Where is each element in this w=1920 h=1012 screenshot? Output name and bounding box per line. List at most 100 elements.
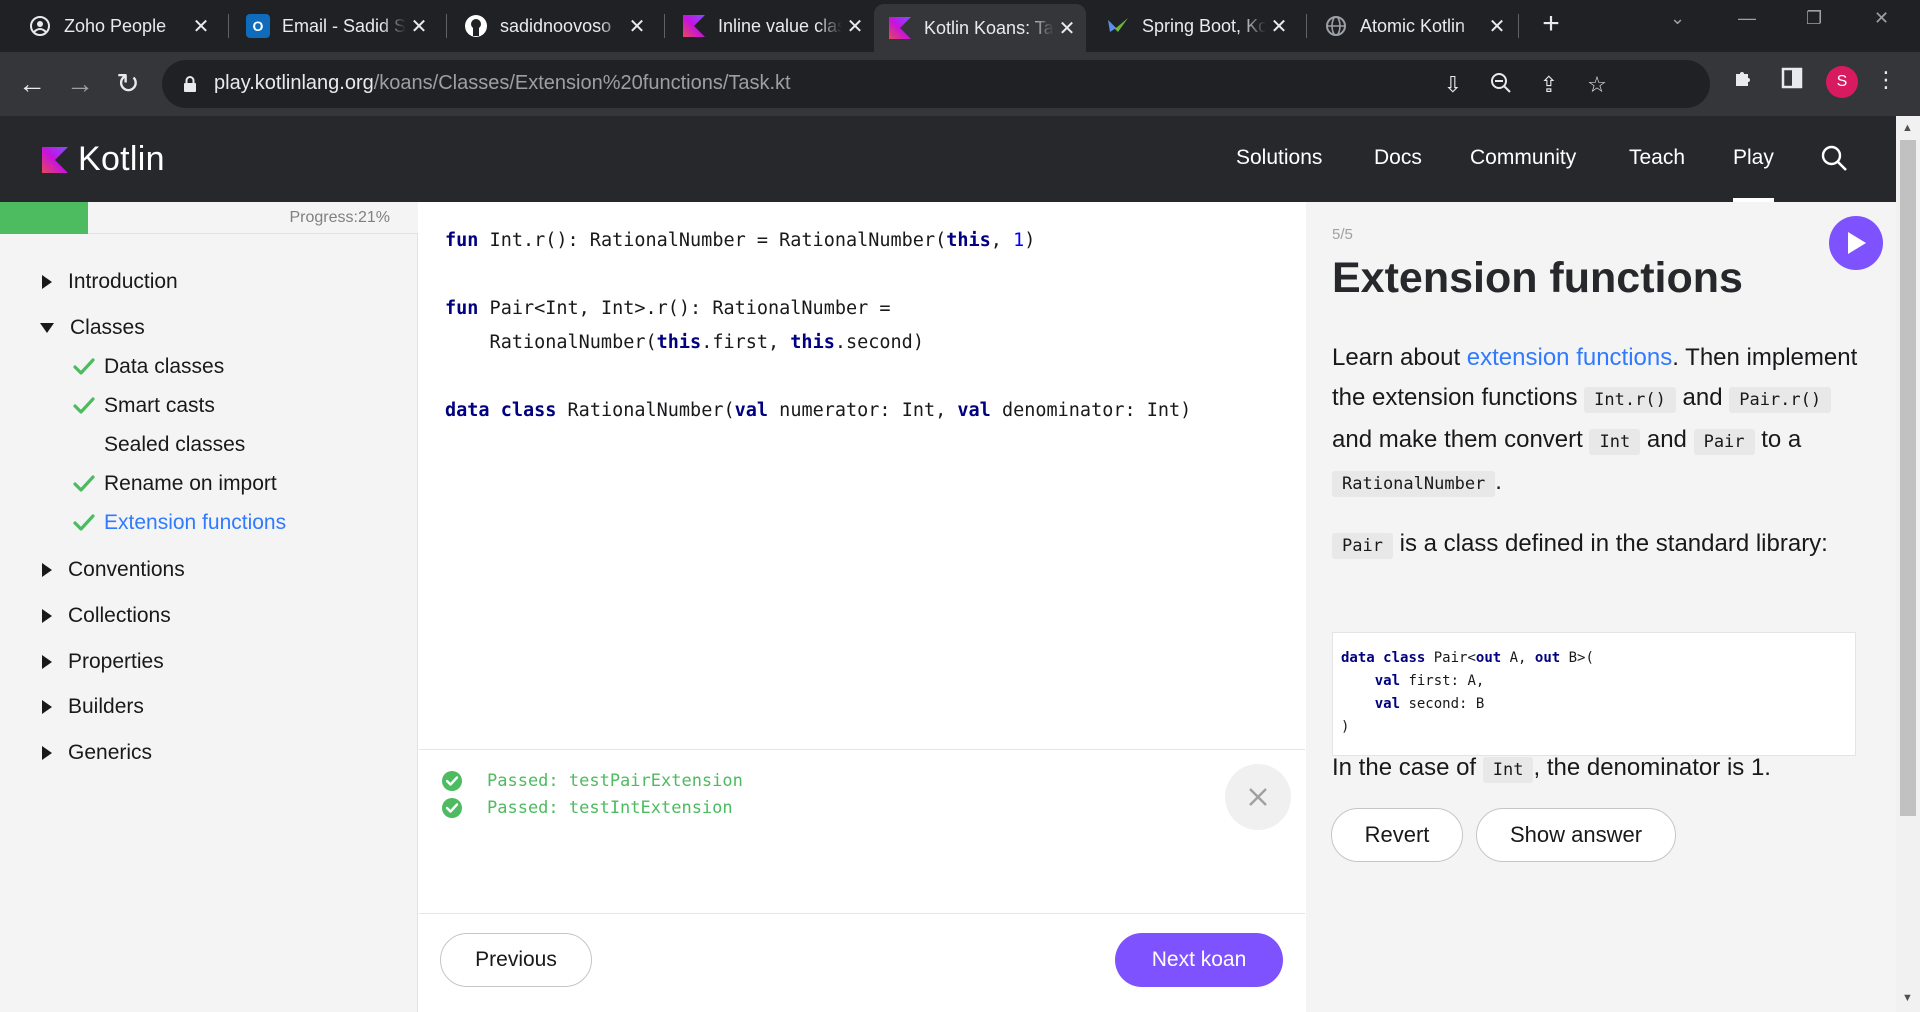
lock-icon[interactable] [182, 75, 198, 98]
back-arrow-icon[interactable]: ← [14, 66, 50, 102]
tab-title: Atomic Kotlin [1360, 15, 1466, 36]
tab-title: Spring Boot, Kotlin [1142, 15, 1266, 36]
forward-arrow-icon[interactable]: → [62, 66, 98, 102]
koan-smart-casts[interactable]: Smart casts [72, 394, 215, 418]
tab-close-icon[interactable]: ✕ [842, 14, 868, 39]
test-result-text: Passed: testPairExtension [487, 771, 743, 791]
scroll-thumb[interactable] [1900, 140, 1916, 816]
bookmark-star-icon[interactable]: ☆ [1584, 72, 1610, 98]
globe-favicon-icon [1324, 14, 1348, 38]
no-check-spacer [72, 433, 96, 457]
passed-check-circle-icon [442, 798, 462, 818]
page-scrollbar[interactable]: ▲ ▼ [1896, 116, 1920, 1012]
share-icon[interactable]: ⇪ [1536, 72, 1562, 98]
collapsed-triangle-icon [42, 655, 52, 669]
koan-counter: 5/5 [1332, 226, 1353, 243]
pair-code-snippet: data class Pair<out A, out B>( val first… [1332, 632, 1856, 756]
collapsed-triangle-icon [42, 275, 52, 289]
check-icon [73, 358, 95, 375]
tab-title: Zoho People [64, 15, 167, 36]
task-description-panel: 5/5 Extension functions Learn about exte… [1306, 202, 1896, 1012]
passed-check-circle-icon [442, 771, 462, 791]
tab-separator [446, 14, 447, 38]
section-properties[interactable]: Properties [42, 650, 164, 674]
koan-label: Rename on import [104, 472, 277, 495]
inline-code: Int.r() [1584, 387, 1676, 413]
side-panel-icon[interactable] [1778, 66, 1806, 94]
inline-code: Pair [1332, 533, 1393, 559]
reload-icon[interactable]: ↻ [110, 66, 146, 102]
kotlin-logo[interactable]: Kotlin [42, 140, 165, 179]
browser-toolbar: ← → ↻ play.kotlinlang.org/koans/Classes/… [0, 52, 1920, 116]
task-paragraph-2: Pair is a class defined in the standard … [1332, 524, 1862, 566]
section-introduction[interactable]: Introduction [42, 270, 178, 294]
next-koan-button[interactable]: Next koan [1115, 933, 1283, 987]
previous-button[interactable]: Previous [440, 933, 592, 987]
koan-sealed-classes[interactable]: Sealed classes [72, 433, 245, 457]
koan-rename-on-import[interactable]: Rename on import [72, 472, 277, 496]
address-bar[interactable]: play.kotlinlang.org/koans/Classes/Extens… [162, 60, 1710, 108]
search-icon[interactable] [1820, 144, 1848, 177]
koan-label: Data classes [104, 355, 225, 378]
inline-code: RationalNumber [1332, 471, 1496, 497]
nav-teach[interactable]: Teach [1629, 146, 1685, 170]
koan-extension-functions[interactable]: Extension functions [72, 511, 286, 535]
minimize-icon[interactable]: — [1738, 8, 1756, 29]
koans-sidebar: Progress:21% Introduction Classes Data c… [0, 202, 418, 1012]
nav-play[interactable]: Play [1733, 146, 1774, 202]
section-label: Conventions [68, 558, 185, 581]
inline-code: Int [1589, 429, 1641, 455]
kebab-menu-icon[interactable]: ⋮ [1872, 66, 1900, 94]
close-output-button[interactable] [1225, 764, 1291, 830]
new-tab-plus-icon[interactable]: + [1536, 9, 1566, 40]
inline-code: Int [1482, 757, 1534, 783]
profile-avatar[interactable]: S [1826, 66, 1858, 98]
restore-icon[interactable]: ❐ [1806, 8, 1822, 29]
nav-solutions[interactable]: Solutions [1236, 146, 1322, 170]
section-label: Introduction [68, 270, 178, 293]
tab-spring-boot[interactable]: Spring Boot, Kotlin ✕ [1092, 6, 1298, 46]
extensions-puzzle-icon[interactable] [1730, 66, 1758, 94]
zoom-out-icon[interactable] [1488, 72, 1514, 98]
tab-close-icon[interactable]: ✕ [624, 14, 650, 39]
tab-search-chevron-icon[interactable]: ⌄ [1670, 8, 1685, 29]
nav-docs[interactable]: Docs [1374, 146, 1422, 170]
section-label: Properties [68, 650, 164, 673]
run-button[interactable] [1829, 216, 1883, 270]
tab-close-icon[interactable]: ✕ [1484, 14, 1510, 39]
code-editor[interactable]: fun Int.r(): RationalNumber = RationalNu… [419, 202, 1305, 750]
section-classes[interactable]: Classes [40, 316, 145, 340]
test-result-line: Passed: testIntExtension [441, 797, 733, 819]
tab-zoho-people[interactable]: Zoho People ✕ [14, 6, 220, 46]
revert-button[interactable]: Revert [1331, 808, 1463, 862]
show-answer-button[interactable]: Show answer [1476, 808, 1676, 862]
section-conventions[interactable]: Conventions [42, 558, 185, 582]
outlook-favicon-icon: O [246, 14, 270, 38]
tab-close-icon[interactable]: ✕ [406, 14, 432, 39]
section-builders[interactable]: Builders [42, 695, 144, 719]
extension-functions-link[interactable]: extension functions [1467, 344, 1672, 371]
site-header: Kotlin Solutions Docs Community Teach Pl… [0, 116, 1896, 202]
section-collections[interactable]: Collections [42, 604, 171, 628]
code-text[interactable]: fun Int.r(): RationalNumber = RationalNu… [445, 224, 1191, 428]
tab-close-icon[interactable]: ✕ [1266, 14, 1292, 39]
scroll-down-arrow-icon[interactable]: ▼ [1902, 992, 1913, 1004]
install-app-icon[interactable]: ⇩ [1440, 72, 1466, 98]
expanded-triangle-icon [40, 323, 54, 333]
progress-label: Progress:21% [289, 209, 391, 226]
nav-community[interactable]: Community [1470, 146, 1576, 170]
tab-strip: Zoho People ✕ O Email - Sadid Sahami ✕ s… [0, 0, 1920, 52]
tab-github[interactable]: sadidnoovoso ✕ [450, 6, 656, 46]
section-generics[interactable]: Generics [42, 741, 152, 765]
task-paragraph-1: Learn about extension functions. Then im… [1332, 344, 1858, 497]
window-close-icon[interactable]: ✕ [1874, 8, 1889, 29]
tab-close-icon[interactable]: ✕ [188, 14, 214, 39]
test-output-panel: Passed: testPairExtension Passed: testIn… [419, 750, 1305, 914]
koan-data-classes[interactable]: Data classes [72, 355, 224, 379]
tab-atomic-kotlin[interactable]: Atomic Kotlin ✕ [1310, 6, 1516, 46]
tab-email[interactable]: O Email - Sadid Sahami ✕ [232, 6, 438, 46]
tab-close-icon[interactable]: ✕ [1054, 16, 1080, 41]
tab-kotlin-koans[interactable]: Kotlin Koans: Task ✕ [874, 4, 1086, 52]
scroll-up-arrow-icon[interactable]: ▲ [1902, 122, 1913, 134]
tab-inline-value[interactable]: Inline value classes ✕ [668, 6, 874, 46]
